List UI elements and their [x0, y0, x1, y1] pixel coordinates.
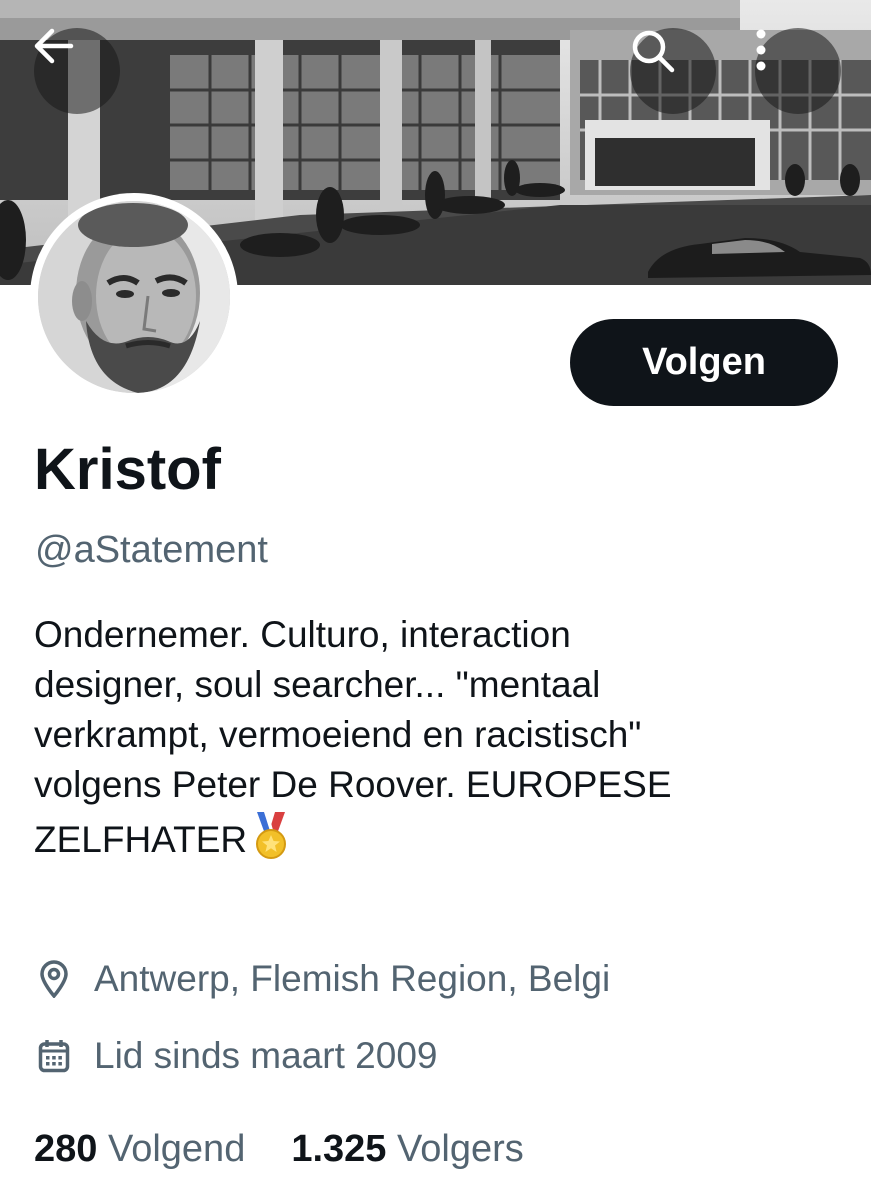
follow-stats: 280 Volgend 1.325 Volgers: [34, 1124, 524, 1174]
avatar[interactable]: [30, 193, 238, 401]
more-options-button[interactable]: [755, 28, 841, 114]
search-button[interactable]: [630, 28, 716, 114]
joined-row: Lid sinds maart 2009: [36, 1032, 437, 1080]
bio-line: designer, soul searcher... "mentaal: [34, 664, 601, 705]
calendar-icon: [36, 1036, 72, 1076]
location-row: Antwerp, Flemish Region, Belgi: [36, 955, 610, 1003]
location-text: Antwerp, Flemish Region, Belgi: [94, 958, 611, 999]
followers-count: 1.325: [291, 1128, 387, 1170]
following-label: Volgend: [107, 1128, 246, 1170]
avatar-photo: [38, 201, 230, 393]
followers-label: Volgers: [397, 1128, 524, 1170]
follow-button[interactable]: Volgen: [570, 319, 838, 406]
bio-line: Ondernemer. Culturo, interaction: [34, 614, 571, 655]
arrow-left-icon: [34, 28, 74, 64]
following-count: 280: [34, 1128, 98, 1170]
display-name: Kristof: [34, 437, 221, 502]
bio-line: ZELFHATER: [34, 819, 248, 860]
followers-link[interactable]: 1.325 Volgers: [291, 1124, 523, 1174]
joined-text: Lid sinds maart 2009: [94, 1035, 438, 1076]
medal-icon: [253, 810, 289, 873]
bio-line-last: ZELFHATER: [34, 810, 844, 873]
location-pin-icon: [36, 959, 72, 999]
bio-line: volgens Peter De Roover. EUROPESE: [34, 764, 672, 805]
search-icon: [632, 30, 675, 73]
user-handle: @aStatement: [35, 529, 268, 571]
follow-button-label: Volgen: [642, 341, 766, 383]
back-button[interactable]: [34, 28, 120, 114]
following-link[interactable]: 280 Volgend: [34, 1124, 245, 1174]
bio-line: verkrampt, vermoeiend en racistisch": [34, 714, 642, 755]
bio: Ondernemer. Culturo, interaction designe…: [34, 610, 844, 873]
more-vertical-icon: [756, 29, 766, 71]
